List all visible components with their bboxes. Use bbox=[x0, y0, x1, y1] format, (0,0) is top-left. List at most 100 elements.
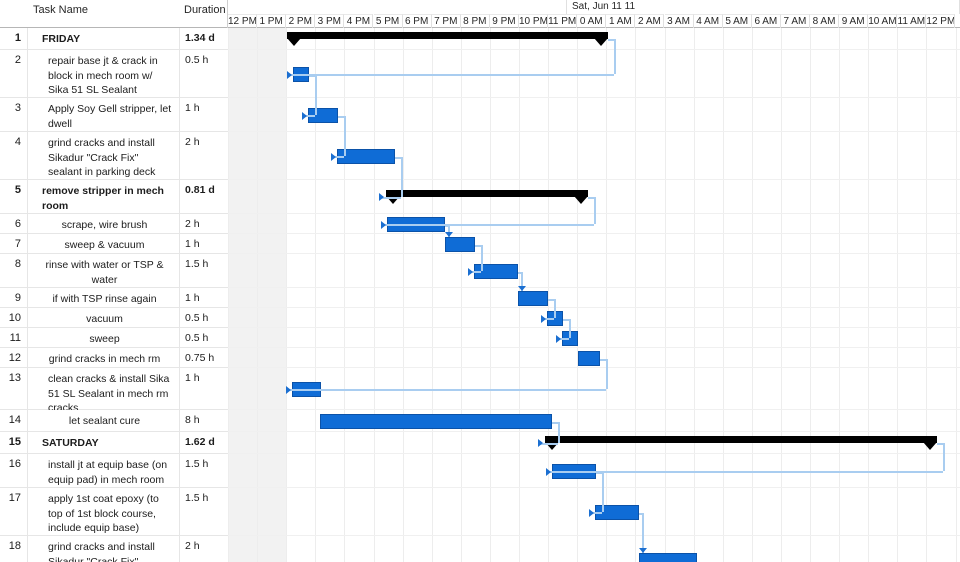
table-row[interactable]: 17 apply 1st coat epoxy (to top of 1st bl… bbox=[0, 488, 228, 536]
dependency-arrow bbox=[538, 439, 543, 447]
table-row[interactable]: 6 scrape, wire brush 2 h bbox=[0, 214, 228, 234]
duration-cell[interactable]: 0.81 d bbox=[179, 180, 228, 213]
dependency-link-h bbox=[381, 224, 594, 226]
duration-cell[interactable]: 1.5 h bbox=[179, 454, 228, 487]
timeline-hour-label: 7 PM bbox=[431, 14, 461, 28]
table-row[interactable]: 5 remove stripper in mech room 0.81 d bbox=[0, 180, 228, 214]
dependency-link-v bbox=[401, 157, 403, 197]
timeline-header: Sat, Jun 11 11 12 PM 1 PM 2 PM 3 PM 4 PM 5 PM 6… bbox=[228, 0, 960, 28]
dependency-arrow bbox=[379, 193, 384, 201]
task-name-cell[interactable]: grind cracks and install Sikadur "Crack … bbox=[27, 132, 179, 179]
dependency-link-v bbox=[606, 359, 608, 389]
task-name-cell[interactable]: grind cracks in mech rm bbox=[27, 348, 179, 367]
duration-cell[interactable]: 0.5 h bbox=[179, 328, 228, 347]
task-bar[interactable] bbox=[445, 237, 475, 252]
task-name-cell[interactable]: vacuum bbox=[27, 308, 179, 327]
dependency-arrow bbox=[444, 232, 453, 237]
task-name-cell[interactable]: scrape, wire brush bbox=[27, 214, 179, 233]
timeline-hour-label: 2 AM bbox=[635, 14, 665, 28]
duration-cell[interactable]: 1.5 h bbox=[179, 254, 228, 287]
task-bar[interactable] bbox=[578, 351, 600, 366]
duration-cell[interactable]: 1 h bbox=[179, 368, 228, 409]
table-row[interactable]: 10 vacuum 0.5 h bbox=[0, 308, 228, 328]
table-row[interactable]: 16 install jt at equip base (on equip pad… bbox=[0, 454, 228, 488]
duration-cell[interactable]: 0.5 h bbox=[179, 50, 228, 97]
duration-cell[interactable]: 1.34 d bbox=[179, 28, 228, 49]
timeline-hour-label: 5 AM bbox=[722, 14, 752, 28]
task-bar[interactable] bbox=[639, 553, 697, 562]
timeline-hour-label: 11 PM bbox=[548, 14, 578, 28]
table-row[interactable]: 1 FRIDAY 1.34 d bbox=[0, 28, 228, 50]
duration-cell[interactable]: 2 h bbox=[179, 214, 228, 233]
table-row[interactable]: 9 if with TSP rinse again 1 h bbox=[0, 288, 228, 308]
task-name-cell[interactable]: grind cracks and install Sikadur "Crack … bbox=[27, 536, 179, 562]
summary-bar[interactable] bbox=[386, 190, 588, 204]
timeline-hour-label: 1 AM bbox=[606, 14, 636, 28]
timeline-hour-label: 11 AM bbox=[897, 14, 927, 28]
task-name-cell[interactable]: sweep bbox=[27, 328, 179, 347]
duration-cell[interactable]: 2 h bbox=[179, 132, 228, 179]
task-name-cell[interactable]: if with TSP rinse again bbox=[27, 288, 179, 307]
row-id-cell: 1 bbox=[14, 32, 21, 44]
duration-cell[interactable]: 0.75 h bbox=[179, 348, 228, 367]
task-name-cell[interactable]: repair base jt & crack in block in mech … bbox=[27, 50, 179, 97]
task-name-cell[interactable]: let sealant cure bbox=[27, 410, 179, 431]
task-name-cell[interactable]: Apply Soy Gell stripper, let dwell bbox=[27, 98, 179, 131]
table-row[interactable]: 2 repair base jt & crack in block in mech… bbox=[0, 50, 228, 98]
duration-cell[interactable]: 2 h bbox=[179, 536, 228, 562]
table-row[interactable]: 13 clean cracks & install Sika 51 SL Seal… bbox=[0, 368, 228, 414]
summary-bar[interactable] bbox=[287, 32, 608, 46]
dependency-arrow bbox=[517, 286, 526, 291]
task-name-cell[interactable]: remove stripper in mech room bbox=[27, 180, 179, 213]
timeline-hour-label: 0 AM bbox=[577, 14, 607, 28]
table-row[interactable]: 12 grind cracks in mech rm 0.75 h bbox=[0, 348, 228, 368]
table-row[interactable]: 7 sweep & vacuum 1 h bbox=[0, 234, 228, 254]
dependency-arrow bbox=[556, 334, 561, 343]
summary-bar-start-cap bbox=[287, 38, 301, 46]
task-name-cell[interactable]: sweep & vacuum bbox=[27, 234, 179, 253]
table-row[interactable]: 14 let sealant cure 8 h bbox=[0, 410, 228, 432]
task-bar[interactable] bbox=[518, 291, 548, 306]
summary-bar[interactable] bbox=[545, 436, 937, 450]
dependency-link-v bbox=[602, 472, 604, 512]
dependency-link-h bbox=[546, 471, 943, 473]
task-bar[interactable] bbox=[320, 414, 552, 429]
dependency-link-v bbox=[943, 443, 945, 471]
duration-cell[interactable]: 1 h bbox=[179, 288, 228, 307]
table-row[interactable]: 15 SATURDAY 1.62 d bbox=[0, 432, 228, 454]
dependency-link-v bbox=[554, 299, 556, 318]
table-row[interactable]: 3 Apply Soy Gell stripper, let dwell 1 h bbox=[0, 98, 228, 132]
table-row[interactable]: 8 rinse with water or TSP & water 1.5 h bbox=[0, 254, 228, 288]
task-name-cell[interactable]: clean cracks & install Sika 51 SL Sealan… bbox=[27, 368, 179, 414]
header-duration[interactable]: Duration bbox=[184, 4, 226, 16]
task-name-cell[interactable]: apply 1st coat epoxy (to top of 1st bloc… bbox=[27, 488, 179, 535]
dependency-link-h bbox=[286, 389, 606, 391]
dependency-arrow bbox=[331, 152, 336, 161]
summary-bar-body bbox=[287, 32, 608, 39]
dependency-arrow bbox=[468, 267, 473, 276]
table-row[interactable]: 18 grind cracks and install Sikadur "Crac… bbox=[0, 536, 228, 562]
duration-cell[interactable]: 1.5 h bbox=[179, 488, 228, 535]
duration-cell[interactable]: 1 h bbox=[179, 98, 228, 131]
duration-cell[interactable]: 8 h bbox=[179, 410, 228, 431]
timeline-hour-label: 3 AM bbox=[664, 14, 694, 28]
gantt-chart-app: Task Name Duration 1 FRIDAY 1.34 d 2 repair … bbox=[0, 0, 960, 562]
task-name-cell[interactable]: FRIDAY bbox=[27, 28, 179, 49]
header-task-name[interactable]: Task Name bbox=[33, 4, 88, 16]
task-name-cell[interactable]: rinse with water or TSP & water bbox=[27, 254, 179, 287]
table-row[interactable]: 4 grind cracks and install Sikadur "Crack… bbox=[0, 132, 228, 180]
task-name-cell[interactable]: SATURDAY bbox=[27, 432, 179, 453]
table-row[interactable]: 11 sweep 0.5 h bbox=[0, 328, 228, 348]
row-id-cell: 13 bbox=[8, 372, 21, 384]
summary-bar-body bbox=[545, 436, 937, 443]
task-bar[interactable] bbox=[337, 149, 395, 164]
timeline-hour-label: 4 PM bbox=[344, 14, 374, 28]
row-id-cell: 2 bbox=[14, 54, 21, 66]
duration-cell[interactable]: 1 h bbox=[179, 234, 228, 253]
task-name-cell[interactable]: install jt at equip base (on equip pad) … bbox=[27, 454, 179, 487]
duration-cell[interactable]: 1.62 d bbox=[179, 432, 228, 453]
timeline-day-label: Sat, Jun 11 11 bbox=[567, 0, 960, 14]
duration-cell[interactable]: 0.5 h bbox=[179, 308, 228, 327]
row-id-cell: 15 bbox=[8, 436, 21, 448]
dependency-arrow bbox=[546, 467, 551, 476]
